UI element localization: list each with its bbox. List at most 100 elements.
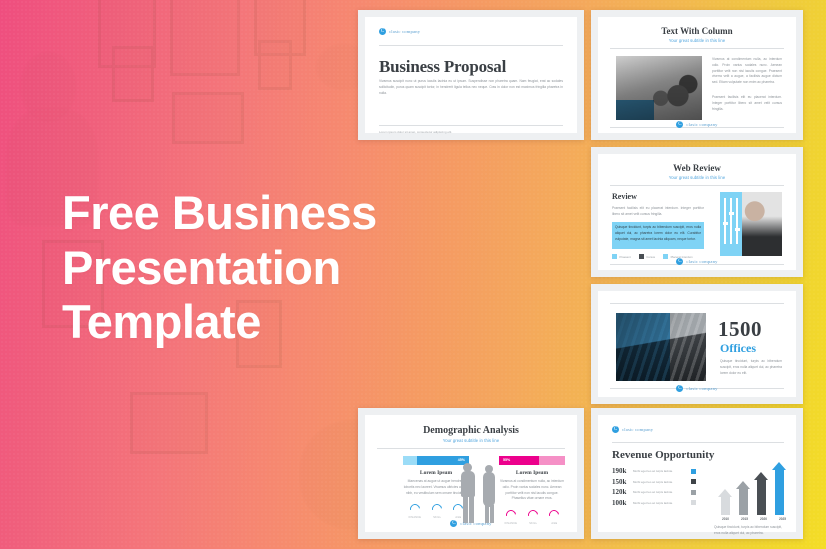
- hero-line-1: Free Business: [62, 186, 377, 239]
- section-heading: Review: [612, 192, 637, 201]
- divider-top: [612, 442, 784, 443]
- slide-text-with-column[interactable]: Text With Column Your great subtitle in …: [591, 10, 803, 140]
- brand-mark-icon: C: [676, 258, 684, 265]
- legend-item: 120k Morbi eget leo ac turpis lacinia.: [612, 488, 696, 496]
- legend-text: Morbi eget leo ac turpis lacinia.: [633, 469, 673, 473]
- legend-item: 150k Morbi eget leo ac turpis lacinia.: [612, 478, 696, 486]
- brand-mark-icon: C: [450, 520, 458, 527]
- brand-name: clasic company: [686, 386, 718, 391]
- progress-value: 55%: [503, 457, 511, 462]
- stat-number: 1500: [718, 317, 762, 341]
- portrait-photo: [720, 192, 782, 256]
- slide-offices-stat[interactable]: 1500 Offices Quisque tincidunt, turpis a…: [591, 284, 803, 404]
- brand-name: clasic company: [622, 427, 654, 432]
- slide-revenue-opportunity[interactable]: C clasic company Revenue Opportunity 190…: [591, 408, 803, 539]
- legend-text: Morbi eget leo ac turpis lacinia.: [633, 479, 673, 484]
- legend-value: 120k: [612, 488, 627, 496]
- people-silhouettes: [461, 463, 503, 525]
- column-body: Maecenas at augue ut augue hendrerit lob…: [403, 479, 469, 495]
- divider-top: [610, 185, 784, 186]
- brand-mark-icon: C: [676, 121, 684, 128]
- divider-top: [610, 48, 784, 49]
- legend-swatch-icon: [691, 479, 696, 484]
- progress-value: 45%: [457, 457, 465, 462]
- brand-mark-icon: C: [676, 385, 684, 392]
- photo-slider-panel: [720, 192, 742, 256]
- column-body: Vivamus at condimentum nulla, ac interdu…: [500, 479, 564, 501]
- hero-line-3: Template: [62, 295, 261, 349]
- divider-top: [610, 303, 784, 304]
- photo-blue-tint: [616, 100, 654, 120]
- meeting-photo: [616, 56, 702, 120]
- slide-paragraph-1: Vivamus at condimentum nulla, ac interdu…: [712, 57, 782, 85]
- slide-web-review[interactable]: Web Review Your great subtitle in this l…: [591, 147, 803, 277]
- footer-logo: C clasic company: [365, 520, 577, 527]
- legend-text: Morbi eget leo ac turpis lacinia.: [633, 500, 673, 505]
- bar-2025: [772, 462, 786, 515]
- legend-item: 190k Morbi eget leo ac turpis lacinia.: [612, 467, 696, 475]
- slide-subtitle: Your great subtitle in this line: [668, 175, 726, 180]
- brand-name: clasic company: [686, 259, 718, 264]
- legend-text: Morbi eget leo ac turpis lacinia.: [633, 490, 673, 494]
- stat-label: Offices: [720, 341, 756, 355]
- legend-swatch-icon: [691, 468, 696, 474]
- chart-title: Revenue Opportunity: [612, 449, 715, 461]
- slide-title: Business Proposal: [379, 57, 507, 76]
- slide-title: Web Review: [673, 163, 721, 173]
- page-title: Free Business Presentation Template: [62, 186, 482, 350]
- ring-stats-left: FINANCE SKILL AGE: [403, 502, 469, 520]
- slide-subtitle: Your great subtitle in this line: [668, 38, 726, 43]
- divider-top: [377, 448, 565, 449]
- slide-title: Text With Column: [661, 26, 733, 36]
- brand-name: clasic company: [389, 29, 421, 34]
- column-heading: Lorem Ipsum: [419, 470, 453, 476]
- bar-2015: [736, 481, 750, 515]
- footer-logo: C clasic company: [598, 121, 796, 128]
- axis-tick-label: 2020: [759, 517, 768, 521]
- ring-label: SKILL: [433, 516, 442, 520]
- brand-logo: C clasic company: [612, 426, 653, 433]
- office-building-photo: [616, 313, 706, 381]
- axis-tick-label: 2015: [740, 517, 749, 521]
- arrow-bar-chart: [716, 457, 792, 515]
- axis-tick-label: 2010: [721, 517, 730, 521]
- slide-demographic-analysis[interactable]: Demographic Analysis Your great subtitle…: [358, 408, 584, 539]
- footer-logo: C clasic company: [598, 258, 796, 265]
- footer-logo: C clasic company: [598, 385, 796, 392]
- slide-title: Demographic Analysis: [423, 425, 519, 436]
- hero-line-2: Presentation: [62, 240, 341, 294]
- progress-bar-right: 55%: [499, 456, 565, 465]
- brand-name: clasic company: [460, 521, 492, 526]
- brand-name: clasic company: [686, 122, 718, 127]
- brand-mark-icon: C: [379, 28, 386, 35]
- slide-business-proposal[interactable]: C clasic company Business Proposal Vivam…: [358, 10, 584, 140]
- ring-chart-finance: [407, 502, 422, 517]
- bar-2010: [718, 489, 732, 515]
- brand-logo: C clasic company: [379, 28, 420, 35]
- legend-value: 100k: [612, 498, 627, 507]
- column-heading: Lorem Ipsum: [515, 470, 549, 476]
- axis-tick-label: 2025: [778, 517, 787, 521]
- divider-top: [379, 45, 563, 46]
- legend-value: 190k: [612, 467, 627, 475]
- progress-bar-left: 45%: [403, 456, 469, 465]
- divider-bottom: [379, 125, 563, 126]
- ring-chart-skill: [430, 502, 445, 517]
- chart-legend: 190k Morbi eget leo ac turpis lacinia. 1…: [612, 467, 696, 509]
- chart-x-axis-labels: 2010 2015 2020 2025: [716, 517, 792, 521]
- highlight-text: Quisque tincidunt, turpis ac bibendum su…: [615, 225, 701, 241]
- ring-label: FINANCE: [408, 516, 422, 520]
- chart-caption: Quisque tincidunt, turpis ac bibendum su…: [714, 525, 782, 535]
- demographic-right-column: 55% Lorem Ipsum Vivamus at condimentum n…: [499, 456, 565, 525]
- highlight-box: Quisque tincidunt, turpis ac bibendum su…: [612, 222, 704, 249]
- stat-body: Quisque tincidunt, turpis ac bibendum su…: [720, 359, 782, 375]
- slide-footer-note: Lorem ipsum dolor sit amet, consectetur …: [379, 130, 453, 134]
- slide-paragraph-2: Praesent facilisis elit eu placerat inte…: [712, 95, 782, 111]
- demographic-left-column: 45% Lorem Ipsum Maecenas at augue ut aug…: [403, 456, 469, 519]
- legend-item: 100k Morbi eget leo ac turpis lacinia.: [612, 499, 696, 507]
- legend-swatch-icon: [691, 500, 696, 505]
- slide-body: Vivamus suscipit nunc ut purus iaculis l…: [379, 79, 563, 95]
- legend-value: 150k: [612, 477, 627, 486]
- bar-2020: [754, 472, 768, 515]
- brand-mark-icon: C: [612, 426, 619, 433]
